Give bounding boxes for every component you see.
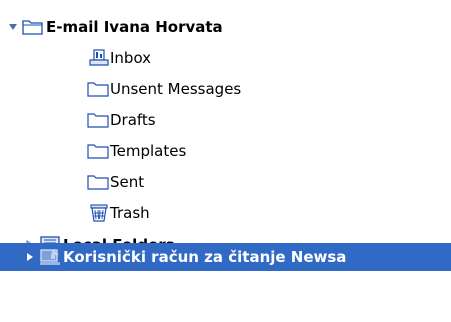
expand-arrow-right-icon[interactable] (24, 251, 36, 263)
account-label: E-mail Ivana Horvata (46, 18, 223, 36)
folder-item-drafts[interactable]: Drafts (0, 106, 451, 134)
folder-item-sent[interactable]: Sent (0, 168, 451, 196)
folder-icon (87, 110, 109, 130)
folder-label: Templates (110, 142, 187, 160)
folder-item-templates[interactable]: Templates (0, 137, 451, 165)
folder-item-trash[interactable]: Trash (0, 199, 451, 227)
newsgroup-account-selected-row[interactable]: Korisnički račun za čitanje Newsa (0, 243, 451, 271)
folder-label: Inbox (110, 49, 152, 67)
folder-label: Unsent Messages (110, 80, 242, 98)
folder-label: Trash (110, 204, 150, 222)
newsgroup-account-label: Korisnički račun za čitanje Newsa (63, 248, 347, 266)
folder-icon (87, 79, 109, 99)
folder-label: Sent (110, 173, 145, 191)
expand-arrow-down-icon[interactable] (7, 21, 19, 33)
account-folder-icon (22, 17, 44, 37)
trash-icon (88, 203, 110, 223)
account-row[interactable]: E-mail Ivana Horvata (0, 13, 451, 41)
folder-item-inbox[interactable]: Inbox (0, 44, 451, 72)
folder-tree: E-mail Ivana Horvata Inbox Unsent Messag… (0, 0, 451, 322)
folder-label: Drafts (110, 111, 156, 129)
inbox-icon (88, 48, 110, 68)
folder-icon (87, 141, 109, 161)
newsgroup-icon (39, 247, 61, 267)
folder-item-unsent-messages[interactable]: Unsent Messages (0, 75, 451, 103)
folder-icon (87, 172, 109, 192)
